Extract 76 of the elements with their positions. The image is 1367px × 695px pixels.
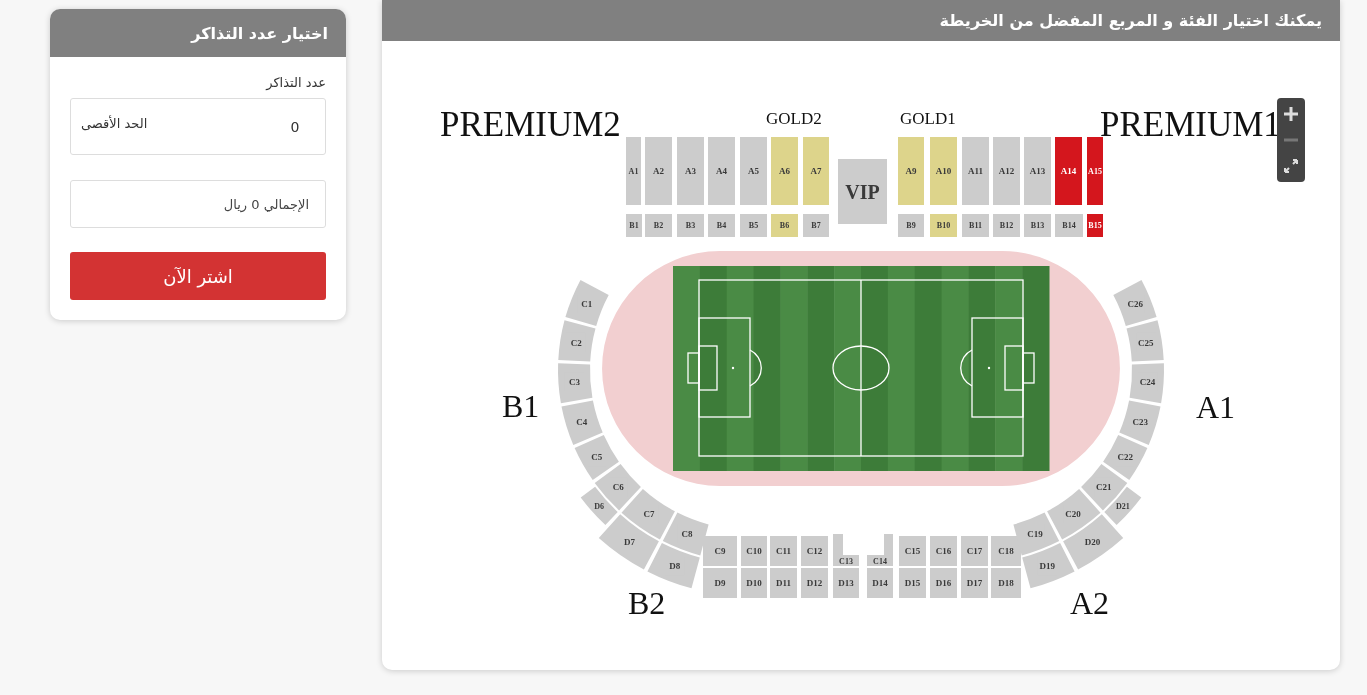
seat-section[interactable]: C4: [561, 400, 603, 445]
seat-section[interactable]: B9: [898, 214, 924, 237]
zone-label: PREMIUM1: [1100, 105, 1281, 144]
seat-section[interactable]: C3: [558, 363, 593, 404]
seat-section[interactable]: B10: [930, 214, 957, 237]
seat-section[interactable]: C23: [1119, 400, 1161, 445]
seat-section[interactable]: C10: [741, 536, 767, 566]
ticket-count-value: 0: [289, 118, 301, 135]
seat-section[interactable]: B2: [645, 214, 672, 237]
panel-title: اختيار عدد التذاكر: [50, 9, 346, 57]
seat-section[interactable]: D12: [801, 568, 828, 598]
seat-section[interactable]: A15: [1087, 137, 1103, 205]
seat-section[interactable]: B4: [708, 214, 735, 237]
seat-section[interactable]: D14: [867, 568, 893, 598]
zone-label: GOLD2: [766, 109, 822, 128]
seat-section[interactable]: D11: [770, 568, 797, 598]
seat-section[interactable]: C25: [1126, 320, 1164, 362]
seat-section[interactable]: C15: [899, 536, 926, 566]
seat-section[interactable]: C11: [770, 536, 797, 566]
seat-section[interactable]: A10: [930, 137, 957, 205]
seat-section[interactable]: D18: [991, 568, 1021, 598]
seat-section[interactable]: C22: [1103, 435, 1148, 481]
seat-section[interactable]: B15: [1087, 214, 1103, 237]
zone-label: A1: [1196, 389, 1236, 425]
seat-section[interactable]: A6: [771, 137, 798, 205]
seat-section[interactable]: C13: [833, 534, 859, 566]
zone-label: B1: [502, 388, 540, 424]
seat-section[interactable]: A7: [803, 137, 829, 205]
seat-section[interactable]: A1: [626, 137, 641, 205]
seat-section[interactable]: B11: [962, 214, 989, 237]
seat-section[interactable]: D16: [930, 568, 957, 598]
seat-section[interactable]: B14: [1055, 214, 1083, 237]
seat-section[interactable]: A3: [677, 137, 704, 205]
seat-section[interactable]: C17: [961, 536, 988, 566]
seat-section[interactable]: C9: [703, 536, 737, 566]
seat-section[interactable]: B1: [626, 214, 642, 237]
zone-label: PREMIUM2: [440, 105, 621, 144]
seat-section[interactable]: B6: [771, 214, 798, 237]
seat-section[interactable]: A9: [898, 137, 924, 205]
seat-section[interactable]: C16: [930, 536, 957, 566]
zone-label: GOLD1: [900, 109, 956, 128]
fullscreen-icon: [1284, 159, 1298, 173]
seat-section[interactable]: D9: [703, 568, 737, 598]
buy-now-button[interactable]: اشتر الآن: [70, 252, 326, 300]
seat-section[interactable]: D19: [1022, 542, 1075, 589]
seat-section[interactable]: VIP: [838, 159, 887, 224]
seat-section[interactable]: B5: [740, 214, 767, 237]
seat-section[interactable]: B3: [677, 214, 704, 237]
seat-section[interactable]: A4: [708, 137, 735, 205]
seat-section[interactable]: D13: [833, 568, 859, 598]
seat-section[interactable]: D17: [961, 568, 988, 598]
seat-section[interactable]: A13: [1024, 137, 1051, 205]
plus-icon: [1283, 106, 1299, 122]
map-instruction: يمكنك اختيار الفئة و المربع المفضل من الخريطة: [382, 0, 1340, 41]
seat-section[interactable]: C1: [565, 279, 609, 326]
minus-icon: [1283, 138, 1299, 142]
ticket-count-label: عدد التذاكر: [264, 75, 326, 90]
seat-section[interactable]: C2: [558, 320, 596, 362]
seat-section[interactable]: A2: [645, 137, 672, 205]
seat-section[interactable]: D10: [741, 568, 767, 598]
seat-section[interactable]: A11: [962, 137, 989, 205]
max-label: الحد الأقصى: [81, 116, 148, 131]
seat-section[interactable]: C18: [991, 536, 1021, 566]
seat-section[interactable]: B7: [803, 214, 829, 237]
seat-section[interactable]: A5: [740, 137, 767, 205]
seat-section[interactable]: B12: [993, 214, 1020, 237]
seat-section[interactable]: C14: [867, 534, 893, 566]
seat-section[interactable]: C24: [1129, 363, 1164, 404]
seat-section[interactable]: C12: [801, 536, 828, 566]
seat-section[interactable]: A14: [1055, 137, 1082, 205]
seat-section[interactable]: D15: [899, 568, 926, 598]
seat-section[interactable]: B13: [1024, 214, 1051, 237]
seat-section[interactable]: C26: [1113, 279, 1157, 326]
seat-section[interactable]: A12: [993, 137, 1020, 205]
seat-section[interactable]: D8: [647, 542, 700, 589]
total-field: الإجمالي 0 ريال: [70, 180, 326, 228]
